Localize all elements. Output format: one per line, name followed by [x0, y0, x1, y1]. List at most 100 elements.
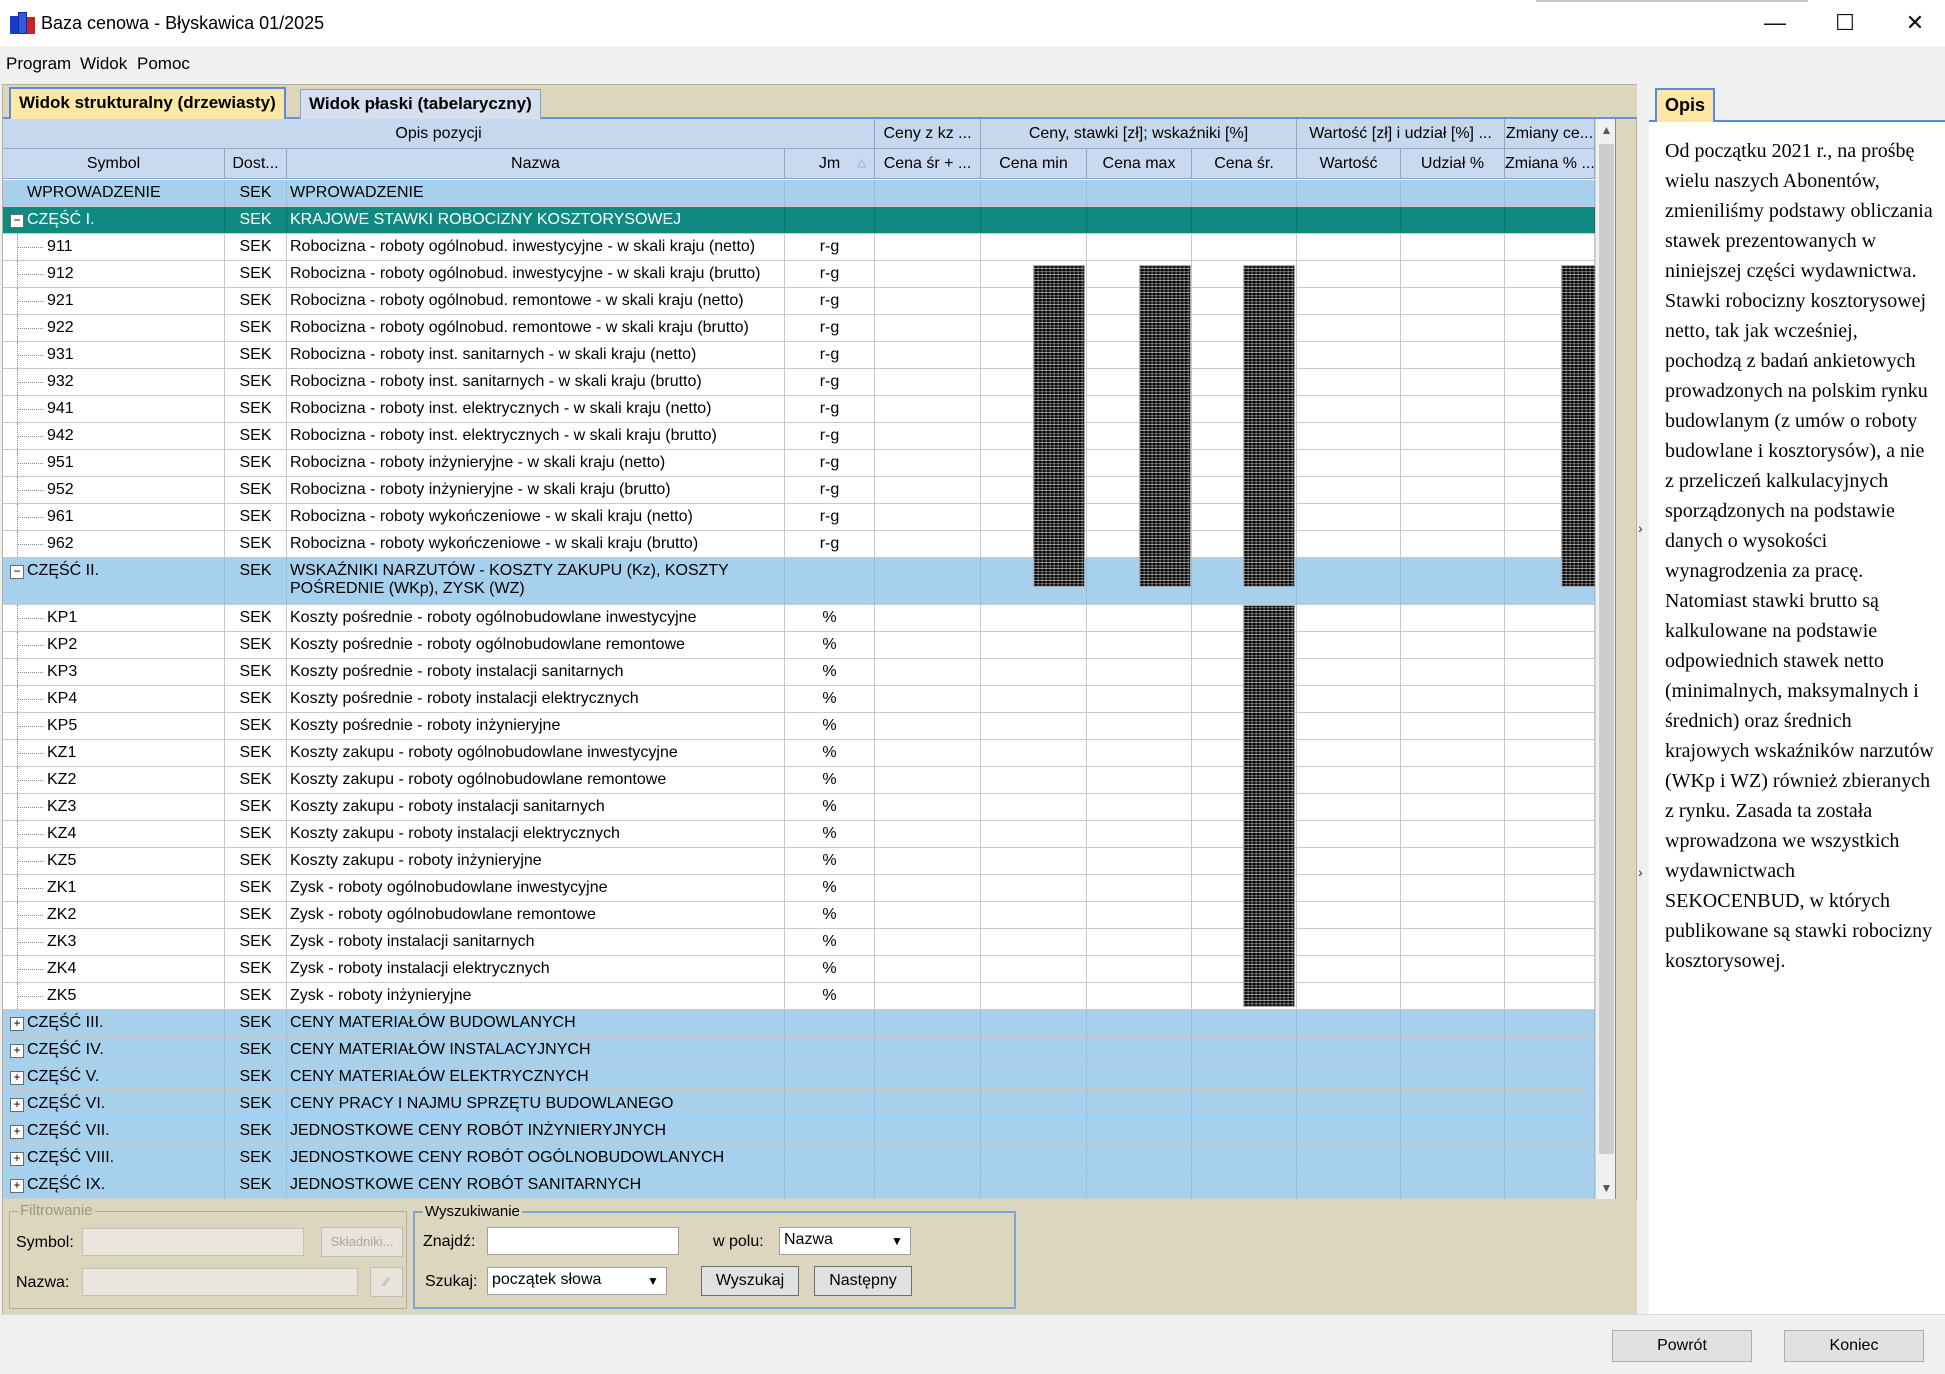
table-row[interactable]: KZ3 SEK Koszty zakupu - roboty instalacji … — [3, 794, 1615, 821]
filter-symbol-input[interactable] — [82, 1228, 304, 1256]
col-wartosc[interactable]: Wartość — [1297, 149, 1401, 179]
cell-nazwa: Zysk - roboty instalacji sanitarnych — [287, 929, 785, 955]
col-dostawca[interactable]: Dost... — [225, 149, 287, 179]
table-row[interactable]: ZK5 SEK Zysk - roboty inżynieryjne% — [3, 983, 1615, 1010]
table-row[interactable]: 942 SEK Robocizna - roboty inst. elektrycz… — [3, 423, 1615, 450]
cell-value — [1401, 848, 1505, 874]
search-mode-select[interactable]: początek słowa ▼ — [487, 1267, 667, 1295]
table-row[interactable]: 921 SEK Robocizna - roboty ogólnobud. remo… — [3, 288, 1615, 315]
menu-pomoc[interactable]: Pomoc — [137, 54, 190, 74]
search-button[interactable]: Wyszukaj — [701, 1266, 799, 1296]
col-cena-max[interactable]: Cena max — [1087, 149, 1192, 179]
menu-widok[interactable]: Widok — [80, 54, 127, 74]
col-cena-sr[interactable]: Cena śr. — [1192, 149, 1297, 179]
search-next-button[interactable]: Następny — [814, 1266, 912, 1296]
section-row[interactable]: − CZĘŚĆ II. SEK WSKAŹNIKI NARZUTÓW - KOSZTY… — [3, 558, 1615, 605]
collapse-icon[interactable]: − — [10, 565, 24, 579]
scroll-down-icon[interactable]: ▼ — [1596, 1177, 1615, 1199]
cell-value — [1297, 929, 1401, 955]
section-row[interactable]: WPROWADZENIE SEK WPROWADZENIE — [3, 180, 1615, 207]
maximize-button[interactable]: ☐ — [1810, 0, 1880, 46]
chevron-down-icon[interactable]: ▼ — [642, 1270, 664, 1292]
header-group-ceny-kz[interactable]: Ceny z kz ... — [875, 119, 981, 149]
table-row[interactable]: 962 SEK Robocizna - roboty wykończeniowe -… — [3, 531, 1615, 558]
expand-icon[interactable]: + — [10, 1152, 24, 1166]
expand-icon[interactable]: + — [10, 1125, 24, 1139]
table-row[interactable]: ZK1 SEK Zysk - roboty ogólnobudowlane inwe… — [3, 875, 1615, 902]
header-group-zmiany[interactable]: Zmiany ce... — [1505, 119, 1595, 149]
expand-icon[interactable]: + — [10, 1017, 24, 1031]
table-row[interactable]: KP5 SEK Koszty pośrednie - roboty inżynier… — [3, 713, 1615, 740]
panel-splitter[interactable]: › › — [1637, 84, 1649, 1314]
vertical-scrollbar[interactable]: ▲ ▼ — [1595, 119, 1615, 1199]
section-row[interactable]: + CZĘŚĆ IV. SEK CENY MATERIAŁÓW INSTALACYJN… — [3, 1037, 1615, 1064]
collapse-icon[interactable]: − — [10, 214, 24, 228]
table-row[interactable]: 961 SEK Robocizna - roboty wykończeniowe -… — [3, 504, 1615, 531]
table-row[interactable]: KZ1 SEK Koszty zakupu - roboty ogólnobudow… — [3, 740, 1615, 767]
back-button[interactable]: Powrót — [1612, 1330, 1752, 1362]
table-row[interactable]: 941 SEK Robocizna - roboty inst. elektrycz… — [3, 396, 1615, 423]
table-row[interactable]: KP1 SEK Koszty pośrednie - roboty ogólnobu… — [3, 605, 1615, 632]
filter-apply-button[interactable]: ⁄⁄ — [370, 1267, 403, 1297]
section-row[interactable]: + CZĘŚĆ VI. SEK CENY PRACY I NAJMU SPRZĘTU … — [3, 1091, 1615, 1118]
close-button[interactable]: ✕ — [1880, 0, 1945, 46]
menu-program[interactable]: Program — [6, 54, 71, 74]
col-cena-min[interactable]: Cena min — [981, 149, 1087, 179]
chevron-right-icon[interactable]: › — [1638, 864, 1643, 880]
section-row[interactable]: − CZĘŚĆ I. SEK KRAJOWE STAWKI ROBOCIZNY KOS… — [3, 207, 1615, 234]
table-row[interactable]: 952 SEK Robocizna - roboty inżynieryjne - … — [3, 477, 1615, 504]
col-jm[interactable]: Jm △ — [785, 149, 875, 179]
header-group-opis[interactable]: Opis pozycji — [3, 119, 875, 149]
section-row[interactable]: + CZĘŚĆ III. SEK CENY MATERIAŁÓW BUDOWLANYC… — [3, 1010, 1615, 1037]
skladniki-button[interactable]: Składniki... — [321, 1227, 403, 1257]
table-row[interactable]: ZK2 SEK Zysk - roboty ogólnobudowlane remo… — [3, 902, 1615, 929]
close-app-button[interactable]: Koniec — [1784, 1330, 1924, 1362]
section-row[interactable]: + CZĘŚĆ IX. SEK JEDNOSTKOWE CENY ROBÓT SANI… — [3, 1172, 1615, 1199]
table-row[interactable]: KZ5 SEK Koszty zakupu - roboty inżynieryjn… — [3, 848, 1615, 875]
expand-icon[interactable]: + — [10, 1179, 24, 1193]
section-row[interactable]: + CZĘŚĆ VII. SEK JEDNOSTKOWE CENY ROBÓT INŻ… — [3, 1118, 1615, 1145]
table-row[interactable]: ZK4 SEK Zysk - roboty instalacji elektrycz… — [3, 956, 1615, 983]
section-row[interactable]: + CZĘŚĆ VIII. SEK JEDNOSTKOWE CENY ROBÓT OG… — [3, 1145, 1615, 1172]
table-row[interactable]: 932 SEK Robocizna - roboty inst. sanitarny… — [3, 369, 1615, 396]
table-row[interactable]: 931 SEK Robocizna - roboty inst. sanitarny… — [3, 342, 1615, 369]
tab-flat-view[interactable]: Widok płaski (tabelaryczny) — [300, 89, 541, 119]
section-row[interactable]: + CZĘŚĆ V. SEK CENY MATERIAŁÓW ELEKTRYCZNYC… — [3, 1064, 1615, 1091]
expand-icon[interactable]: + — [10, 1044, 24, 1058]
expand-icon[interactable]: + — [10, 1098, 24, 1112]
table-row[interactable]: KZ2 SEK Koszty zakupu - roboty ogólnobudow… — [3, 767, 1615, 794]
col-udzial[interactable]: Udział % — [1401, 149, 1505, 179]
table-row[interactable]: 911 SEK Robocizna - roboty ogólnobud. inwe… — [3, 234, 1615, 261]
symbol-text: KP3 — [47, 663, 78, 680]
chevron-down-icon[interactable]: ▼ — [886, 1230, 908, 1252]
scroll-up-icon[interactable]: ▲ — [1596, 119, 1615, 141]
col-nazwa[interactable]: Nazwa — [287, 149, 785, 179]
search-find-input[interactable] — [487, 1227, 679, 1255]
cell-jm — [785, 1172, 875, 1198]
cell-jm: r-g — [785, 234, 875, 260]
col-zmiana[interactable]: Zmiana % ... — [1505, 149, 1595, 179]
header-group-ceny-stawki[interactable]: Ceny, stawki [zł]; wskaźniki [%] — [981, 119, 1297, 149]
table-row[interactable]: 922 SEK Robocizna - roboty ogólnobud. remo… — [3, 315, 1615, 342]
header-group-wartosc[interactable]: Wartość [zł] i udział [%] ... — [1297, 119, 1505, 149]
table-row[interactable]: ZK3 SEK Zysk - roboty instalacji sanitarny… — [3, 929, 1615, 956]
filter-nazwa-input[interactable] — [82, 1268, 358, 1296]
cell-jm — [785, 180, 875, 206]
chevron-right-icon[interactable]: › — [1638, 520, 1643, 536]
col-symbol[interactable]: Symbol — [3, 149, 225, 179]
search-field-select[interactable]: Nazwa ▼ — [779, 1227, 911, 1255]
table-row[interactable]: KP3 SEK Koszty pośrednie - roboty instalac… — [3, 659, 1615, 686]
price-tree-grid[interactable]: Opis pozycji Ceny z kz ... Ceny, stawki … — [3, 119, 1616, 1199]
cell-value — [1505, 686, 1595, 712]
scroll-thumb[interactable] — [1599, 144, 1614, 1154]
table-row[interactable]: KP2 SEK Koszty pośrednie - roboty ogólnobu… — [3, 632, 1615, 659]
table-row[interactable]: KP4 SEK Koszty pośrednie - roboty instalac… — [3, 686, 1615, 713]
table-row[interactable]: KZ4 SEK Koszty zakupu - roboty instalacji … — [3, 821, 1615, 848]
table-row[interactable]: 951 SEK Robocizna - roboty inżynieryjne - … — [3, 450, 1615, 477]
col-cena-sr-kz[interactable]: Cena śr + ... — [875, 149, 981, 179]
expand-icon[interactable]: + — [10, 1071, 24, 1085]
tab-opis[interactable]: Opis — [1655, 88, 1716, 122]
table-row[interactable]: 912 SEK Robocizna - roboty ogólnobud. inwe… — [3, 261, 1615, 288]
minimize-button[interactable]: — — [1740, 0, 1810, 46]
tab-structural-view[interactable]: Widok strukturalny (drzewiasty) — [9, 87, 286, 119]
